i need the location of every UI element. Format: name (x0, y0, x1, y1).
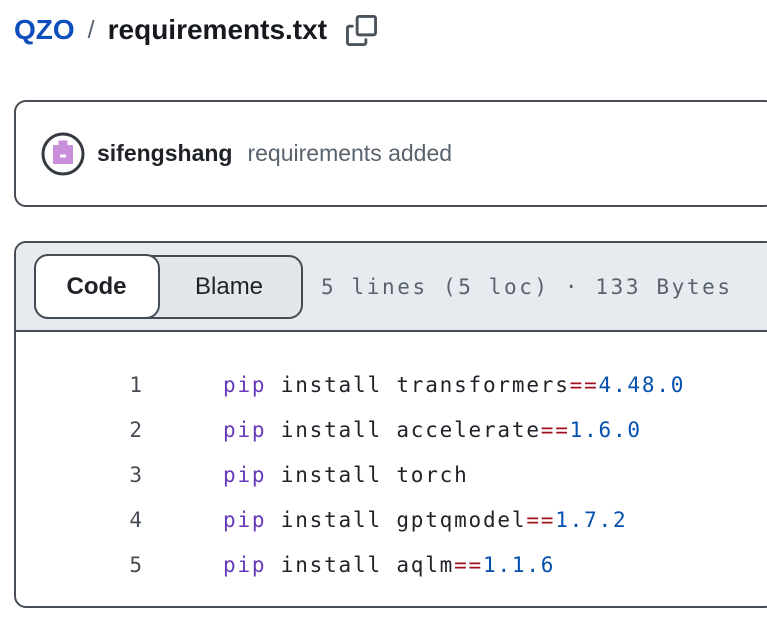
line-number[interactable]: 5 (16, 543, 142, 588)
breadcrumb-separator: / (88, 10, 95, 50)
line-number[interactable]: 3 (16, 453, 142, 498)
line-number[interactable]: 2 (16, 408, 142, 453)
file-view-box: Code Blame 5 lines (5 loc) · 133 Bytes 1… (14, 241, 767, 608)
code-line-text: pip install torch (142, 453, 469, 498)
breadcrumb-repo-link[interactable]: QZO (14, 10, 75, 50)
line-number[interactable]: 4 (16, 498, 142, 543)
code-blame-switcher: Code Blame (34, 255, 303, 319)
code-line-text: pip install transformers==4.48.0 (142, 363, 685, 408)
commit-message[interactable]: requirements added (247, 140, 452, 167)
code-line-text: pip install aqlm==1.1.6 (142, 543, 555, 588)
tab-blame[interactable]: Blame (157, 257, 301, 317)
code-line: 1pip install transformers==4.48.0 (16, 363, 767, 408)
code-line: 2pip install accelerate==1.6.0 (16, 408, 767, 453)
copy-path-button[interactable] (346, 15, 377, 46)
code-line: 5pip install aqlm==1.1.6 (16, 543, 767, 588)
file-meta-info: 5 lines (5 loc) · 133 Bytes (321, 275, 733, 299)
line-number[interactable]: 1 (16, 363, 142, 408)
code-line: 3pip install torch (16, 453, 767, 498)
breadcrumb: QZO / requirements.txt (14, 10, 377, 50)
code-area: 1pip install transformers==4.48.02pip in… (16, 332, 767, 588)
commit-author[interactable]: sifengshang (97, 140, 232, 167)
breadcrumb-filename: requirements.txt (108, 10, 327, 50)
code-line-text: pip install gptqmodel==1.7.2 (142, 498, 627, 543)
file-view-header: Code Blame 5 lines (5 loc) · 133 Bytes (16, 243, 767, 332)
code-line-text: pip install accelerate==1.6.0 (142, 408, 642, 453)
latest-commit-bar: sifengshang requirements added (14, 100, 767, 207)
copy-icon (346, 15, 377, 46)
tab-code[interactable]: Code (34, 254, 160, 319)
code-line: 4pip install gptqmodel==1.7.2 (16, 498, 767, 543)
identicon-avatar[interactable] (41, 132, 85, 176)
